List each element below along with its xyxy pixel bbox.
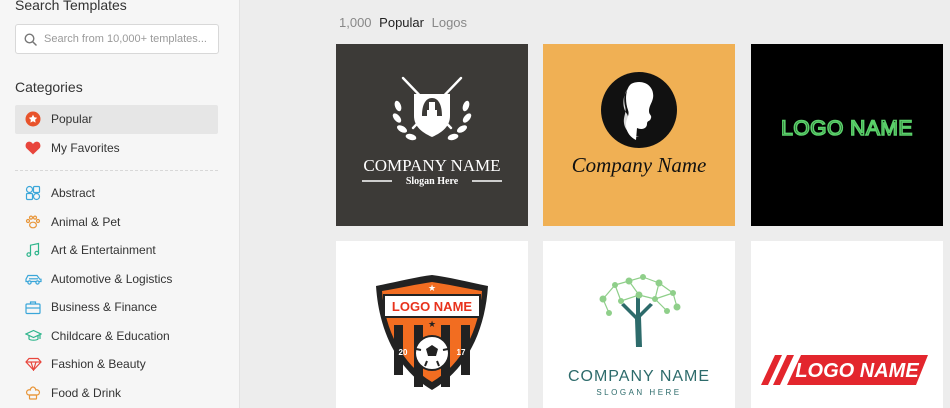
category-label: Business & Finance — [51, 300, 158, 315]
template-card-spartan-crest[interactable]: COMPANY NAME Slogan Here — [336, 44, 528, 226]
template-card-red-stripe[interactable]: LOGO NAME — [751, 241, 943, 408]
categories-title: Categories — [15, 79, 83, 95]
chef-hat-icon — [24, 384, 42, 402]
breadcrumb-section: Logos — [431, 15, 468, 30]
tree-network-logo-art: COMPANY NAME SLOGAN HERE — [568, 274, 710, 397]
diamond-icon — [24, 355, 42, 373]
neon-logo-art: LOGO NAME — [780, 116, 913, 141]
template-card-soccer-shield[interactable]: LOGO NAME ★ ★ 20 17 — [336, 241, 528, 408]
category-divider — [15, 170, 218, 171]
category-business-finance[interactable]: Business & Finance — [15, 293, 218, 322]
woman-silhouette-logo-art: Company Name — [572, 72, 707, 177]
category-label: My Favorites — [51, 140, 120, 155]
category-label: Childcare & Education — [51, 328, 170, 343]
abstract-icon — [24, 184, 42, 202]
category-label: Food & Drink — [51, 385, 122, 400]
main-content: 1,000 Popular Logos COMPANY NAME Slogan … — [241, 0, 950, 408]
category-fashion-beauty[interactable]: Fashion & Beauty — [15, 350, 218, 379]
category-label: Automotive & Logistics — [51, 271, 173, 286]
category-label: Art & Entertainment — [51, 243, 156, 258]
template-line1: COMPANY NAME — [568, 368, 710, 385]
category-abstract[interactable]: Abstract — [15, 179, 218, 208]
template-line1: LOGO NAME — [795, 360, 919, 382]
category-label: Popular — [51, 112, 93, 127]
paw-icon — [24, 213, 42, 231]
heart-icon — [24, 139, 42, 157]
template-num-right: 17 — [457, 348, 466, 357]
car-icon — [24, 270, 42, 288]
category-automotive-logistics[interactable]: Automotive & Logistics — [15, 265, 218, 294]
search-box[interactable] — [15, 24, 219, 54]
template-line1: LOGO NAME — [392, 299, 472, 314]
breadcrumb-current: Popular — [379, 15, 424, 30]
sidebar: Search Templates Categories Popular My F… — [0, 0, 240, 408]
category-art-entertainment[interactable]: Art & Entertainment — [15, 236, 218, 265]
template-line2: Slogan Here — [406, 176, 459, 187]
soccer-shield-logo-art: LOGO NAME ★ ★ 20 17 — [376, 275, 488, 390]
graduation-cap-icon — [24, 327, 42, 345]
category-label: Fashion & Beauty — [51, 357, 146, 372]
spartan-crest-logo-art: COMPANY NAME Slogan Here — [362, 76, 502, 187]
star-icon: ★ — [428, 283, 436, 293]
search-icon — [24, 32, 37, 46]
category-my-favorites[interactable]: My Favorites — [15, 134, 218, 163]
category-label: Abstract — [51, 186, 96, 201]
template-card-woman-silhouette[interactable]: Company Name — [543, 44, 735, 226]
template-line1: LOGO NAME — [781, 117, 913, 140]
template-line2: SLOGAN HERE — [596, 388, 681, 397]
red-stripe-logo-art: LOGO NAME — [761, 355, 928, 385]
result-count: 1,000 — [339, 15, 372, 30]
template-card-tree-network[interactable]: COMPANY NAME SLOGAN HERE — [543, 241, 735, 408]
music-note-icon — [24, 241, 42, 259]
search-templates-title: Search Templates — [15, 0, 127, 13]
breadcrumb: 1,000 Popular Logos — [339, 15, 467, 30]
category-food-drink[interactable]: Food & Drink — [15, 379, 218, 408]
template-line1: Company Name — [572, 153, 707, 177]
star-badge-icon — [24, 110, 42, 128]
category-popular[interactable]: Popular — [15, 105, 218, 134]
category-label: Animal & Pet — [51, 214, 121, 229]
briefcase-icon — [24, 298, 42, 316]
category-list: Popular My Favorites Abstract Animal & P… — [15, 105, 218, 407]
search-input[interactable] — [44, 33, 209, 45]
template-line1: COMPANY NAME — [363, 156, 500, 175]
template-card-neon[interactable]: LOGO NAME — [751, 44, 943, 226]
star-icon: ★ — [428, 319, 436, 329]
category-animal-pet[interactable]: Animal & Pet — [15, 208, 218, 237]
category-childcare-education[interactable]: Childcare & Education — [15, 322, 218, 351]
template-num-left: 20 — [399, 348, 408, 357]
